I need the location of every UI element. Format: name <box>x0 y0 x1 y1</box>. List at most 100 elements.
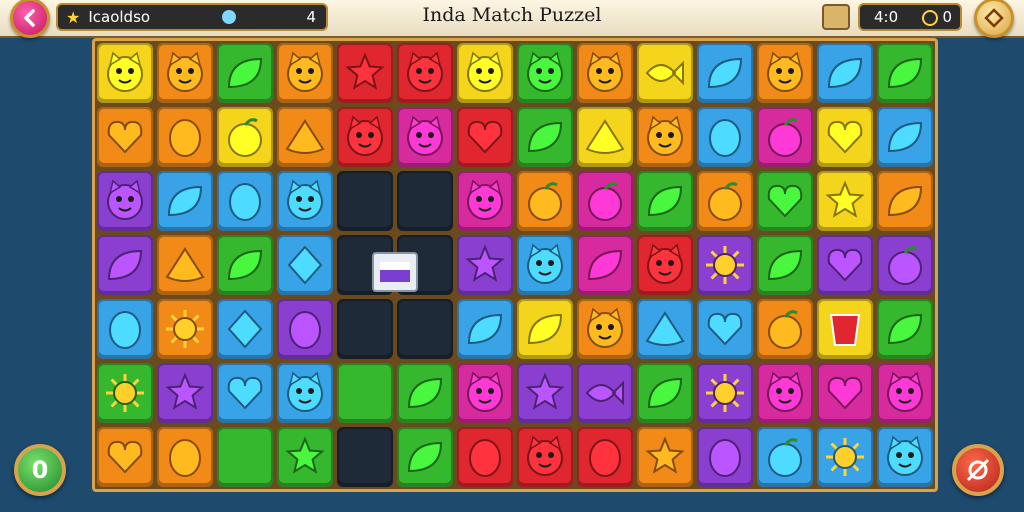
selection-box-icon[interactable] <box>372 252 418 292</box>
tile-heart[interactable] <box>217 363 273 423</box>
tile-leaf[interactable] <box>217 43 273 103</box>
tile-leaf[interactable] <box>877 107 933 167</box>
tile-heart[interactable] <box>97 107 153 167</box>
tile-heart[interactable] <box>817 363 873 423</box>
tile-star[interactable] <box>517 363 573 423</box>
shuffle-button[interactable] <box>952 444 1004 496</box>
tile-face[interactable] <box>457 171 513 231</box>
tile-blob[interactable] <box>697 107 753 167</box>
tile-fruit[interactable] <box>217 107 273 167</box>
tile-face[interactable] <box>97 171 153 231</box>
tile-star[interactable] <box>457 235 513 295</box>
tile-leaf[interactable] <box>577 235 633 295</box>
tile-leaf[interactable] <box>457 299 513 359</box>
tile-face[interactable] <box>517 43 573 103</box>
tile-gem[interactable] <box>277 235 333 295</box>
tile-leaf[interactable] <box>397 427 453 487</box>
tile-heart[interactable] <box>757 171 813 231</box>
tile-leaf[interactable] <box>637 171 693 231</box>
tile-face[interactable] <box>637 107 693 167</box>
tile-face[interactable] <box>97 43 153 103</box>
blob-icon <box>469 439 501 477</box>
tile-leaf[interactable] <box>397 363 453 423</box>
tile-leaf[interactable] <box>517 107 573 167</box>
tile-star[interactable] <box>817 171 873 231</box>
tile-sun[interactable] <box>697 235 753 295</box>
tile-star[interactable] <box>277 427 333 487</box>
tile-face[interactable] <box>457 363 513 423</box>
tile-face[interactable] <box>637 235 693 295</box>
tile-fruit[interactable] <box>877 235 933 295</box>
tile-heart[interactable] <box>817 107 873 167</box>
tile-shell[interactable] <box>577 107 633 167</box>
tile-leaf[interactable] <box>157 171 213 231</box>
tile-sun[interactable] <box>157 299 213 359</box>
counter-button[interactable]: 0 <box>14 444 66 496</box>
tile-star[interactable] <box>337 43 393 103</box>
tile-fruit[interactable] <box>697 171 753 231</box>
face-icon <box>527 243 563 284</box>
tile-blob[interactable] <box>277 299 333 359</box>
tile-leaf[interactable] <box>97 235 153 295</box>
tile-leaf[interactable] <box>757 235 813 295</box>
tile-blob[interactable] <box>157 427 213 487</box>
tile-fruit[interactable] <box>517 171 573 231</box>
tile-shell[interactable] <box>157 235 213 295</box>
tile-leaf[interactable] <box>817 43 873 103</box>
tile-heart[interactable] <box>457 107 513 167</box>
tile-fruit[interactable] <box>757 427 813 487</box>
tile-cup[interactable] <box>817 299 873 359</box>
tile-fish[interactable] <box>637 43 693 103</box>
tile-face[interactable] <box>157 43 213 103</box>
tile-face[interactable] <box>397 107 453 167</box>
tile-sun[interactable] <box>97 363 153 423</box>
face-icon <box>527 435 563 476</box>
blob-icon <box>109 311 141 349</box>
tile-face[interactable] <box>277 171 333 231</box>
tile-leaf[interactable] <box>637 363 693 423</box>
tile-heart[interactable] <box>97 427 153 487</box>
tile-face[interactable] <box>517 427 573 487</box>
tile-drop[interactable] <box>217 171 273 231</box>
tile-blob[interactable] <box>697 427 753 487</box>
face-icon <box>887 435 923 476</box>
tile-face[interactable] <box>877 427 933 487</box>
tile-face[interactable] <box>457 43 513 103</box>
sun-icon <box>706 374 744 412</box>
tile-face[interactable] <box>337 107 393 167</box>
tile-leaf[interactable] <box>217 235 273 295</box>
tile-face[interactable] <box>277 363 333 423</box>
tile-star[interactable] <box>157 363 213 423</box>
tile-sun[interactable] <box>697 363 753 423</box>
tile-gem[interactable] <box>217 299 273 359</box>
tile-blob[interactable] <box>457 427 513 487</box>
tile-fruit[interactable] <box>757 107 813 167</box>
tile-shell[interactable] <box>277 107 333 167</box>
tile-fish[interactable] <box>577 363 633 423</box>
tile-star[interactable] <box>637 427 693 487</box>
tile-heart[interactable] <box>697 299 753 359</box>
tile-leaf[interactable] <box>877 299 933 359</box>
tile-face[interactable] <box>577 299 633 359</box>
tile-face[interactable] <box>517 235 573 295</box>
menu-button[interactable] <box>974 0 1014 38</box>
tile-fruit[interactable] <box>577 171 633 231</box>
tile-face[interactable] <box>577 43 633 103</box>
tile-blob[interactable] <box>157 107 213 167</box>
tile-leaf[interactable] <box>877 171 933 231</box>
tile-blob[interactable] <box>97 299 153 359</box>
tile-leaf[interactable] <box>877 43 933 103</box>
tile-shell[interactable] <box>637 299 693 359</box>
tile-face[interactable] <box>877 363 933 423</box>
tile-face[interactable] <box>757 363 813 423</box>
tile-leaf[interactable] <box>517 299 573 359</box>
tile-leaf[interactable] <box>697 43 753 103</box>
tile-face[interactable] <box>397 43 453 103</box>
tile-sun[interactable] <box>817 427 873 487</box>
tile-blob[interactable] <box>577 427 633 487</box>
tile-fruit[interactable] <box>757 299 813 359</box>
tile-heart[interactable] <box>817 235 873 295</box>
card-icon[interactable] <box>822 4 850 30</box>
tile-face[interactable] <box>277 43 333 103</box>
tile-face[interactable] <box>757 43 813 103</box>
